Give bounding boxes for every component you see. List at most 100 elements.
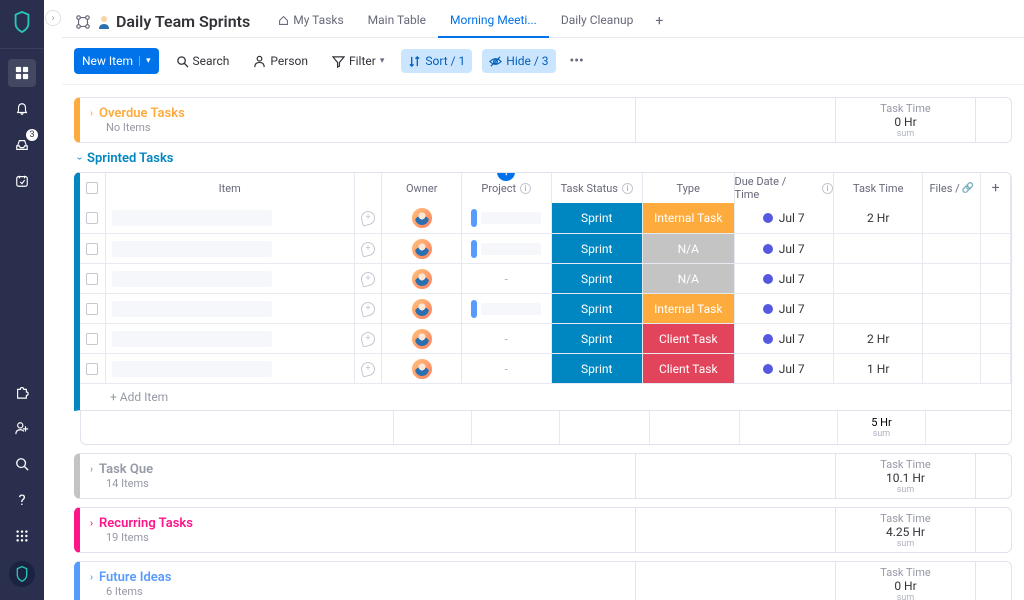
puzzle-icon[interactable] bbox=[8, 378, 36, 406]
item-name-cell[interactable] bbox=[106, 294, 355, 323]
workspaces-icon[interactable] bbox=[8, 59, 36, 87]
col-owner[interactable]: Owner bbox=[382, 173, 462, 203]
tab-main-table[interactable]: Main Table bbox=[356, 5, 438, 37]
notifications-icon[interactable] bbox=[8, 95, 36, 123]
owner-cell[interactable] bbox=[382, 324, 462, 353]
group-future-ideas[interactable]: ›Future Ideas6 Items Task Time0 Hrsum bbox=[74, 561, 1012, 600]
files-cell[interactable] bbox=[923, 354, 981, 383]
tab-daily-cleanup[interactable]: Daily Cleanup bbox=[549, 5, 646, 37]
group-recurring[interactable]: ›Recurring Tasks19 Items Task Time4.25 H… bbox=[74, 507, 1012, 553]
due-date-cell[interactable]: Jul 7 bbox=[735, 354, 834, 383]
sort-button[interactable]: Sort / 1 bbox=[401, 49, 472, 73]
task-time-cell[interactable]: 2 Hr bbox=[834, 324, 924, 353]
person-filter-button[interactable]: Person bbox=[246, 49, 315, 73]
owner-cell[interactable] bbox=[382, 264, 462, 293]
help-icon[interactable]: ? bbox=[8, 486, 36, 514]
item-name-cell[interactable] bbox=[106, 324, 355, 353]
files-cell[interactable] bbox=[923, 324, 981, 353]
task-time-cell[interactable] bbox=[834, 294, 924, 323]
group-task-que[interactable]: ›Task Que14 Items Task Time10.1 Hrsum bbox=[74, 453, 1012, 499]
row-checkbox[interactable] bbox=[80, 324, 106, 353]
table-row[interactable]: SprintInternal TaskJul 7 bbox=[80, 293, 1011, 323]
board-title[interactable]: Daily Team Sprints bbox=[116, 12, 250, 31]
type-cell[interactable]: Internal Task bbox=[643, 294, 735, 323]
col-due-date[interactable]: Due Date / Timei bbox=[735, 173, 834, 203]
col-type[interactable]: Type bbox=[643, 173, 735, 203]
conversation-icon[interactable] bbox=[355, 294, 383, 323]
owner-cell[interactable] bbox=[382, 354, 462, 383]
table-row[interactable]: -SprintN/AJul 7 bbox=[80, 263, 1011, 293]
type-cell[interactable]: Client Task bbox=[643, 324, 735, 353]
col-task-time[interactable]: Task Time bbox=[834, 173, 924, 203]
conversation-icon[interactable] bbox=[355, 324, 383, 353]
files-cell[interactable] bbox=[923, 264, 981, 293]
owner-cell[interactable] bbox=[382, 234, 462, 263]
type-cell[interactable]: N/A bbox=[643, 264, 735, 293]
add-column-button[interactable]: + bbox=[981, 173, 1011, 203]
status-cell[interactable]: Sprint bbox=[552, 203, 644, 233]
item-name-cell[interactable] bbox=[106, 354, 355, 383]
info-icon[interactable]: i bbox=[822, 183, 833, 194]
type-cell[interactable]: Client Task bbox=[643, 354, 735, 383]
task-time-cell[interactable]: 2 Hr bbox=[834, 203, 924, 233]
table-row[interactable]: SprintInternal TaskJul 72 Hr bbox=[80, 203, 1011, 233]
new-item-button[interactable]: New Item ▾ bbox=[74, 48, 159, 74]
col-item[interactable]: Item bbox=[106, 173, 355, 203]
owner-cell[interactable] bbox=[382, 294, 462, 323]
due-date-cell[interactable]: Jul 7 bbox=[735, 203, 834, 233]
apps-icon[interactable] bbox=[8, 522, 36, 550]
item-name-cell[interactable] bbox=[106, 203, 355, 233]
column-add-button[interactable]: + bbox=[497, 172, 515, 181]
status-cell[interactable]: Sprint bbox=[552, 354, 644, 383]
status-cell[interactable]: Sprint bbox=[552, 294, 644, 323]
tab-my-tasks[interactable]: My Tasks bbox=[266, 5, 355, 37]
row-checkbox[interactable] bbox=[80, 234, 106, 263]
more-options-button[interactable]: ••• bbox=[566, 49, 588, 73]
integrations-icon[interactable] bbox=[74, 13, 92, 31]
conversation-icon[interactable] bbox=[355, 264, 383, 293]
search-icon[interactable] bbox=[8, 450, 36, 478]
calendar-icon[interactable] bbox=[8, 167, 36, 195]
col-project[interactable]: + Projecti bbox=[462, 173, 552, 203]
group-overdue[interactable]: ›Overdue Tasks No Items Task Time 0 Hr s… bbox=[74, 97, 1012, 143]
sidebar-expand-handle[interactable]: › bbox=[44, 0, 62, 600]
group-sprinted-title[interactable]: › Sprinted Tasks bbox=[74, 151, 1012, 172]
conversation-icon[interactable] bbox=[355, 354, 383, 383]
profile-avatar-icon[interactable] bbox=[8, 560, 36, 588]
search-button[interactable]: Search bbox=[169, 49, 237, 73]
status-cell[interactable]: Sprint bbox=[552, 264, 644, 293]
files-cell[interactable] bbox=[923, 294, 981, 323]
due-date-cell[interactable]: Jul 7 bbox=[735, 324, 834, 353]
project-cell[interactable] bbox=[462, 203, 552, 233]
table-row[interactable]: SprintN/AJul 7 bbox=[80, 233, 1011, 263]
select-all-checkbox[interactable] bbox=[80, 173, 106, 203]
project-cell[interactable]: - bbox=[462, 324, 552, 353]
status-cell[interactable]: Sprint bbox=[552, 324, 644, 353]
invite-icon[interactable] bbox=[8, 414, 36, 442]
due-date-cell[interactable]: Jul 7 bbox=[735, 294, 834, 323]
row-checkbox[interactable] bbox=[80, 203, 106, 233]
add-tab-button[interactable]: + bbox=[645, 5, 673, 37]
task-time-cell[interactable] bbox=[834, 234, 924, 263]
col-status[interactable]: Task Statusi bbox=[552, 173, 644, 203]
project-cell[interactable] bbox=[462, 294, 552, 323]
project-cell[interactable]: - bbox=[462, 264, 552, 293]
files-cell[interactable] bbox=[923, 203, 981, 233]
item-name-cell[interactable] bbox=[106, 234, 355, 263]
owner-cell[interactable] bbox=[382, 203, 462, 233]
app-logo-icon[interactable] bbox=[8, 8, 36, 36]
task-time-cell[interactable]: 1 Hr bbox=[834, 354, 924, 383]
files-cell[interactable] bbox=[923, 234, 981, 263]
row-checkbox[interactable] bbox=[80, 264, 106, 293]
info-icon[interactable]: i bbox=[520, 183, 531, 194]
project-cell[interactable] bbox=[462, 234, 552, 263]
row-checkbox[interactable] bbox=[80, 294, 106, 323]
chevron-down-icon[interactable]: ▾ bbox=[139, 56, 151, 66]
table-row[interactable]: -SprintClient TaskJul 72 Hr bbox=[80, 323, 1011, 353]
due-date-cell[interactable]: Jul 7 bbox=[735, 264, 834, 293]
filter-button[interactable]: Filter ▾ bbox=[325, 49, 391, 73]
project-cell[interactable]: - bbox=[462, 354, 552, 383]
info-icon[interactable]: i bbox=[622, 183, 633, 194]
due-date-cell[interactable]: Jul 7 bbox=[735, 234, 834, 263]
table-row[interactable]: -SprintClient TaskJul 71 Hr bbox=[80, 353, 1011, 383]
